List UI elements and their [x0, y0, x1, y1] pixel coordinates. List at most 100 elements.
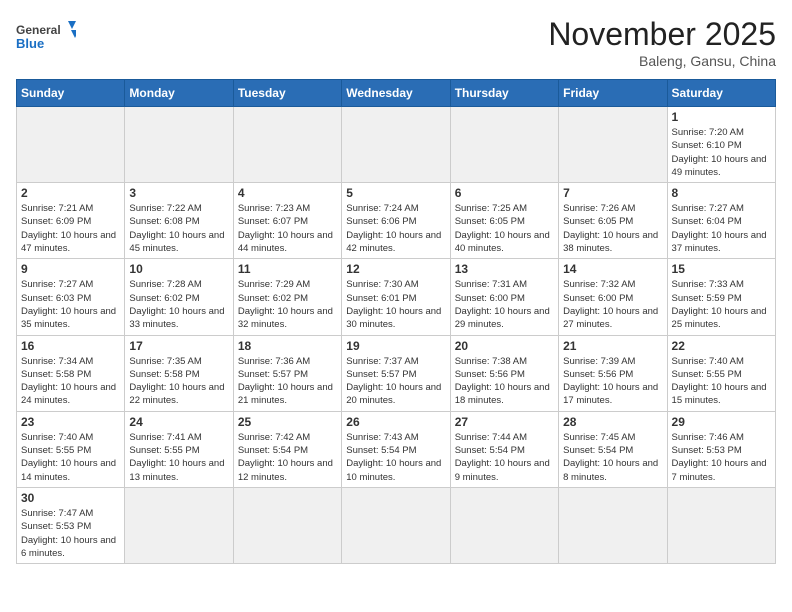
calendar-day: 7Sunrise: 7:26 AMSunset: 6:05 PMDaylight… [559, 183, 667, 259]
day-number: 6 [455, 186, 554, 200]
calendar-day: 3Sunrise: 7:22 AMSunset: 6:08 PMDaylight… [125, 183, 233, 259]
day-info: Sunrise: 7:29 AMSunset: 6:02 PMDaylight:… [238, 278, 337, 331]
day-info: Sunrise: 7:28 AMSunset: 6:02 PMDaylight:… [129, 278, 228, 331]
calendar-day: 8 Sunrise: 7:27 AMSunset: 6:04 PMDaylight… [667, 183, 775, 259]
page-header: General Blue November 2025 Baleng, Gansu… [16, 16, 776, 69]
day-info: Sunrise: 7:23 AMSunset: 6:07 PMDaylight:… [238, 202, 337, 255]
title-block: November 2025 Baleng, Gansu, China [548, 16, 776, 69]
day-number: 26 [346, 415, 445, 429]
calendar-day: 29Sunrise: 7:46 AMSunset: 5:53 PMDayligh… [667, 411, 775, 487]
day-number: 28 [563, 415, 662, 429]
calendar-day: 28Sunrise: 7:45 AMSunset: 5:54 PMDayligh… [559, 411, 667, 487]
calendar-day: 17Sunrise: 7:35 AMSunset: 5:58 PMDayligh… [125, 335, 233, 411]
day-number: 16 [21, 339, 120, 353]
location: Baleng, Gansu, China [548, 53, 776, 69]
weekday-header: Sunday [17, 80, 125, 107]
day-number: 13 [455, 262, 554, 276]
day-info: Sunrise: 7:44 AMSunset: 5:54 PMDaylight:… [455, 431, 554, 484]
day-info: Sunrise: 7:21 AMSunset: 6:09 PMDaylight:… [21, 202, 120, 255]
day-info: Sunrise: 7:46 AMSunset: 5:53 PMDaylight:… [672, 431, 771, 484]
calendar-day [559, 107, 667, 183]
calendar-day [342, 107, 450, 183]
calendar-day: 15 Sunrise: 7:33 AMSunset: 5:59 PMDayligh… [667, 259, 775, 335]
calendar-day [17, 107, 125, 183]
day-number: 8 [672, 186, 771, 200]
logo: General Blue [16, 16, 76, 56]
calendar-day [125, 487, 233, 563]
day-info: Sunrise: 7:40 AMSunset: 5:55 PMDaylight:… [672, 355, 771, 408]
day-number: 20 [455, 339, 554, 353]
weekday-header: Monday [125, 80, 233, 107]
calendar-row: 30 Sunrise: 7:47 AMSunset: 5:53 PMDayligh… [17, 487, 776, 563]
weekday-header: Saturday [667, 80, 775, 107]
calendar-day: 5 Sunrise: 7:24 AMSunset: 6:06 PMDaylight… [342, 183, 450, 259]
calendar-day: 14 Sunrise: 7:32 AMSunset: 6:00 PMDayligh… [559, 259, 667, 335]
calendar-day: 13 Sunrise: 7:31 AMSunset: 6:00 PMDayligh… [450, 259, 558, 335]
calendar-day: 27 Sunrise: 7:44 AMSunset: 5:54 PMDayligh… [450, 411, 558, 487]
day-number: 12 [346, 262, 445, 276]
day-info: Sunrise: 7:24 AMSunset: 6:06 PMDaylight:… [346, 202, 445, 255]
calendar-day: 18 Sunrise: 7:36 AMSunset: 5:57 PMDayligh… [233, 335, 341, 411]
day-number: 15 [672, 262, 771, 276]
day-number: 19 [346, 339, 445, 353]
calendar-row: 2Sunrise: 7:21 AMSunset: 6:09 PMDaylight… [17, 183, 776, 259]
calendar-row: 23 Sunrise: 7:40 AMSunset: 5:55 PMDayligh… [17, 411, 776, 487]
day-number: 23 [21, 415, 120, 429]
day-number: 21 [563, 339, 662, 353]
logo-svg: General Blue [16, 16, 76, 56]
day-number: 30 [21, 491, 120, 505]
calendar-day: 23 Sunrise: 7:40 AMSunset: 5:55 PMDayligh… [17, 411, 125, 487]
calendar-day: 26 Sunrise: 7:43 AMSunset: 5:54 PMDayligh… [342, 411, 450, 487]
calendar-day [667, 487, 775, 563]
calendar-day: 21 Sunrise: 7:39 AMSunset: 5:56 PMDayligh… [559, 335, 667, 411]
day-info: Sunrise: 7:32 AMSunset: 6:00 PMDaylight:… [563, 278, 662, 331]
day-info: Sunrise: 7:42 AMSunset: 5:54 PMDaylight:… [238, 431, 337, 484]
calendar-day [125, 107, 233, 183]
svg-text:Blue: Blue [16, 36, 44, 51]
day-info: Sunrise: 7:36 AMSunset: 5:57 PMDaylight:… [238, 355, 337, 408]
day-number: 27 [455, 415, 554, 429]
calendar-day: 4 Sunrise: 7:23 AMSunset: 6:07 PMDaylight… [233, 183, 341, 259]
weekday-header: Thursday [450, 80, 558, 107]
month-title: November 2025 [548, 16, 776, 53]
calendar-day: 25Sunrise: 7:42 AMSunset: 5:54 PMDayligh… [233, 411, 341, 487]
calendar-day: 20Sunrise: 7:38 AMSunset: 5:56 PMDayligh… [450, 335, 558, 411]
day-info: Sunrise: 7:40 AMSunset: 5:55 PMDaylight:… [21, 431, 120, 484]
day-number: 14 [563, 262, 662, 276]
calendar-row: 1Sunrise: 7:20 AMSunset: 6:10 PMDaylight… [17, 107, 776, 183]
calendar-day: 11Sunrise: 7:29 AMSunset: 6:02 PMDayligh… [233, 259, 341, 335]
day-info: Sunrise: 7:31 AMSunset: 6:00 PMDaylight:… [455, 278, 554, 331]
calendar-day: 30 Sunrise: 7:47 AMSunset: 5:53 PMDayligh… [17, 487, 125, 563]
calendar-day [342, 487, 450, 563]
calendar-row: 16 Sunrise: 7:34 AMSunset: 5:58 PMDayligh… [17, 335, 776, 411]
day-number: 18 [238, 339, 337, 353]
calendar-day: 12 Sunrise: 7:30 AMSunset: 6:01 PMDayligh… [342, 259, 450, 335]
day-number: 7 [563, 186, 662, 200]
day-number: 9 [21, 262, 120, 276]
day-number: 22 [672, 339, 771, 353]
day-info: Sunrise: 7:22 AMSunset: 6:08 PMDaylight:… [129, 202, 228, 255]
day-number: 10 [129, 262, 228, 276]
day-info: Sunrise: 7:27 AMSunset: 6:03 PMDaylight:… [21, 278, 120, 331]
day-info: Sunrise: 7:30 AMSunset: 6:01 PMDaylight:… [346, 278, 445, 331]
calendar-header-row: SundayMondayTuesdayWednesdayThursdayFrid… [17, 80, 776, 107]
day-info: Sunrise: 7:47 AMSunset: 5:53 PMDaylight:… [21, 507, 120, 560]
day-info: Sunrise: 7:33 AMSunset: 5:59 PMDaylight:… [672, 278, 771, 331]
day-number: 24 [129, 415, 228, 429]
day-info: Sunrise: 7:27 AMSunset: 6:04 PMDaylight:… [672, 202, 771, 255]
day-info: Sunrise: 7:43 AMSunset: 5:54 PMDaylight:… [346, 431, 445, 484]
calendar-day [450, 107, 558, 183]
calendar-day [233, 107, 341, 183]
calendar-day: 2Sunrise: 7:21 AMSunset: 6:09 PMDaylight… [17, 183, 125, 259]
calendar-table: SundayMondayTuesdayWednesdayThursdayFrid… [16, 79, 776, 564]
day-number: 4 [238, 186, 337, 200]
day-number: 5 [346, 186, 445, 200]
day-info: Sunrise: 7:34 AMSunset: 5:58 PMDaylight:… [21, 355, 120, 408]
calendar-day [450, 487, 558, 563]
weekday-header: Friday [559, 80, 667, 107]
calendar-day: 24Sunrise: 7:41 AMSunset: 5:55 PMDayligh… [125, 411, 233, 487]
day-info: Sunrise: 7:39 AMSunset: 5:56 PMDaylight:… [563, 355, 662, 408]
calendar-day: 22 Sunrise: 7:40 AMSunset: 5:55 PMDayligh… [667, 335, 775, 411]
calendar-day [559, 487, 667, 563]
day-info: Sunrise: 7:35 AMSunset: 5:58 PMDaylight:… [129, 355, 228, 408]
